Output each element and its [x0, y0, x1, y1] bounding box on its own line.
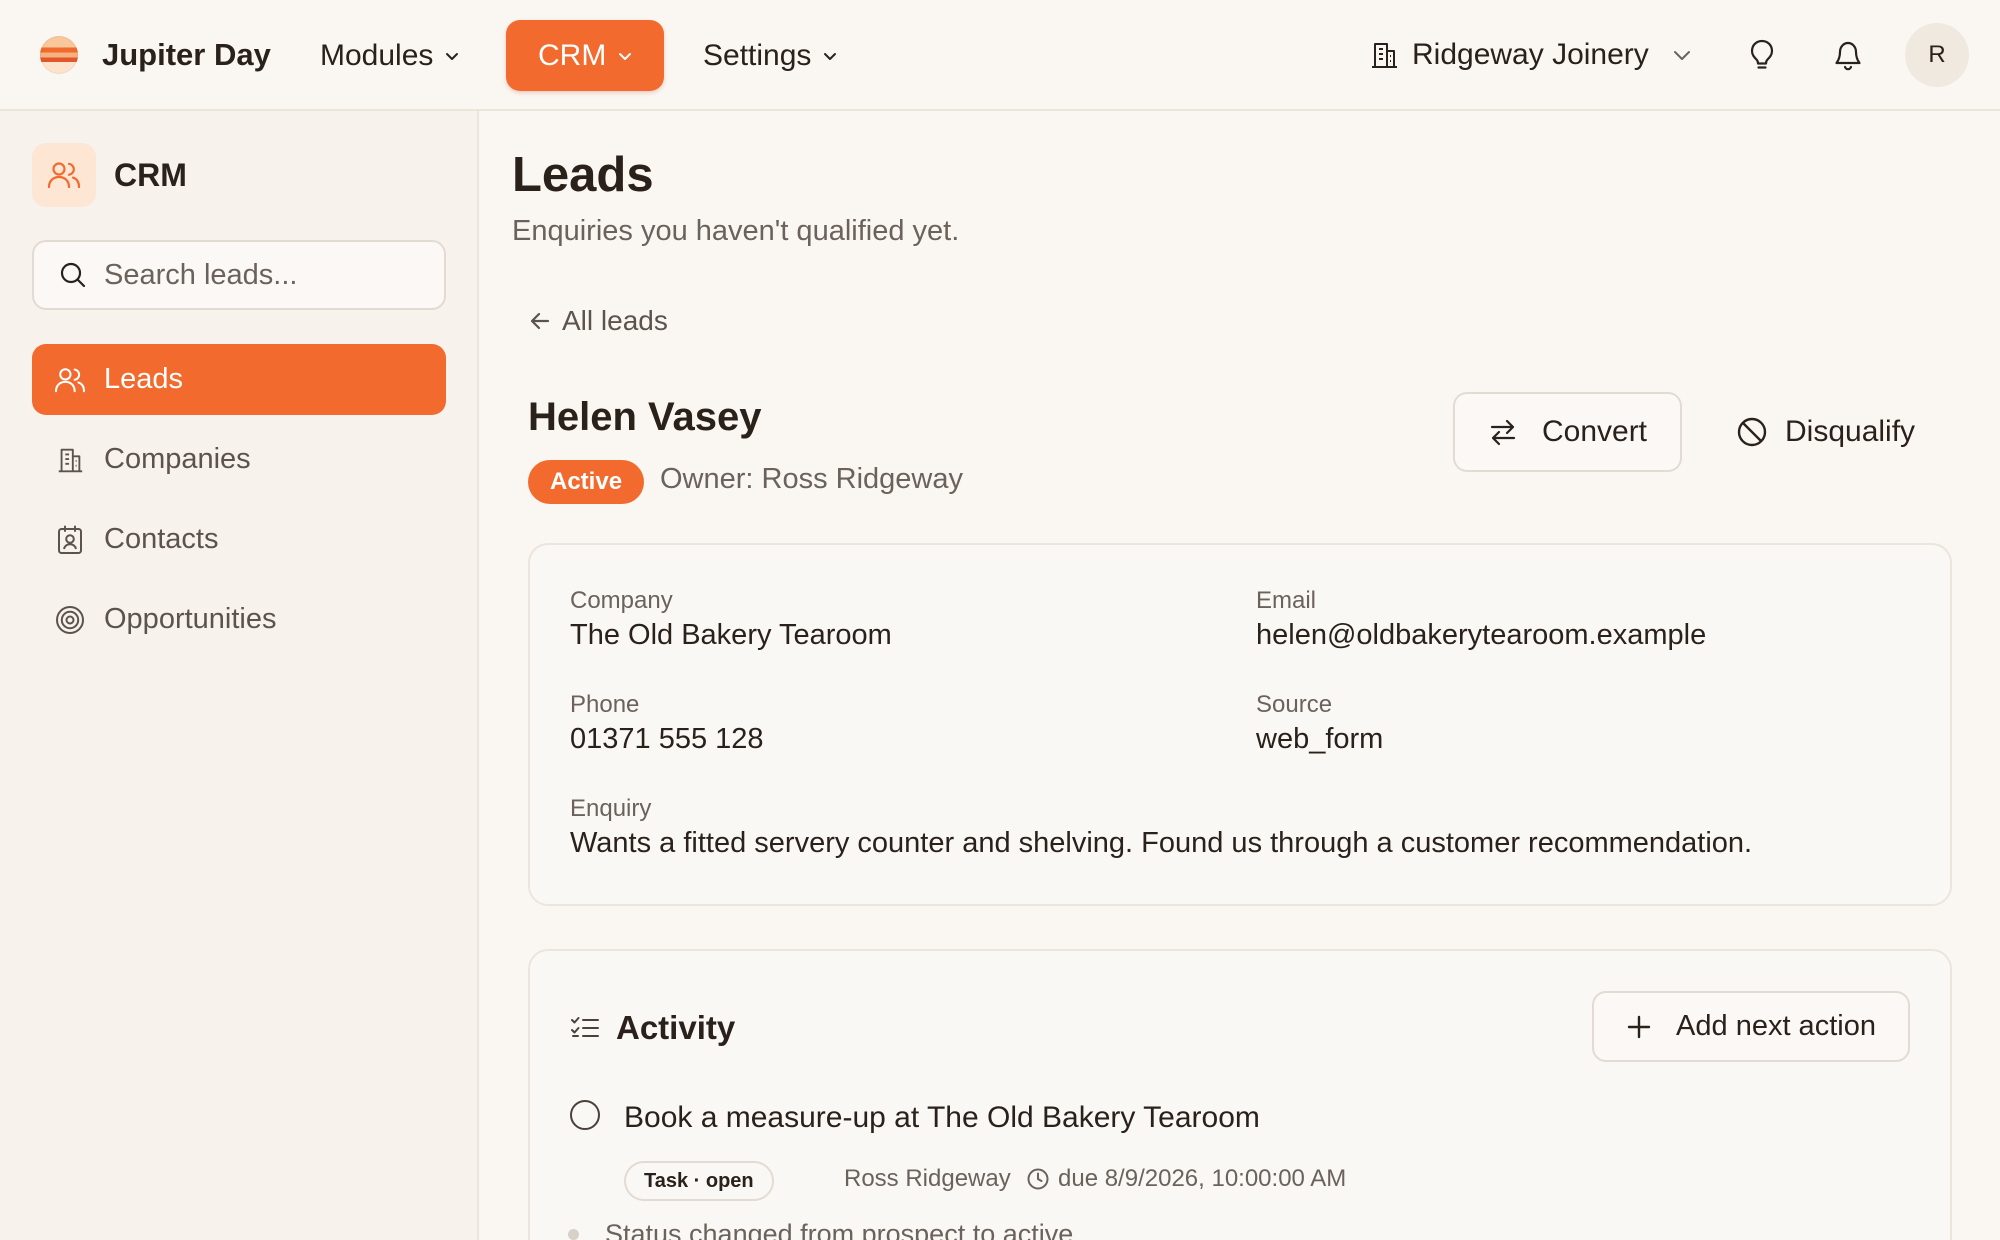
sidebar-item-label: Contacts	[104, 523, 219, 555]
brand-name: Jupiter Day	[102, 37, 271, 72]
user-avatar[interactable]: R	[1905, 23, 1969, 87]
sidebar-item-leads[interactable]: Leads	[32, 344, 446, 415]
email-label: Email	[1256, 587, 1317, 614]
task-owner: Ross Ridgeway	[844, 1165, 1011, 1192]
phone-label: Phone	[570, 691, 640, 718]
activity-title: Activity	[616, 1009, 736, 1046]
sidebar-item-opportunities[interactable]: Opportunities	[32, 584, 446, 655]
activity-header: Activity	[570, 1009, 735, 1047]
sidebar-item-label: Companies	[104, 443, 251, 475]
workspace-switcher[interactable]: Ridgeway Joinery	[1368, 30, 1693, 80]
lightbulb-icon	[1750, 39, 1774, 69]
sidebar-header: CRM	[32, 143, 187, 207]
chevron-down-icon	[619, 52, 632, 60]
company-value: The Old Bakery Tearoom	[570, 619, 892, 651]
arrow-left-icon	[530, 312, 550, 330]
enquiry-value: Wants a fitted servery counter and shelv…	[570, 827, 1753, 859]
chevron-down-icon	[824, 52, 837, 60]
building-icon	[54, 444, 86, 476]
crm-users-icon	[32, 143, 96, 207]
top-bar: Jupiter Day Modules CRM Settings Ridgewa…	[0, 0, 2000, 111]
workspace-name: Ridgeway Joinery	[1412, 38, 1649, 71]
plus-icon	[1627, 1015, 1651, 1038]
back-to-all-leads-link[interactable]: All leads	[528, 305, 668, 337]
clock-icon	[1027, 1168, 1049, 1190]
contact-card-icon	[54, 524, 86, 556]
page-subtitle: Enquiries you haven't qualified yet.	[512, 215, 960, 247]
back-link-label: All leads	[562, 305, 668, 336]
bell-icon	[1835, 41, 1861, 71]
lead-details-card: Company The Old Bakery Tearoom Email hel…	[528, 543, 1952, 906]
chevron-down-icon	[1673, 51, 1690, 60]
nav-settings-label: Settings	[703, 38, 812, 72]
sidebar-title: CRM	[114, 156, 187, 193]
users-icon	[54, 364, 86, 396]
building-icon	[1372, 43, 1397, 68]
search-input[interactable]	[104, 258, 424, 292]
swap-arrows-icon	[1490, 419, 1516, 446]
disqualify-button-label: Disqualify	[1785, 415, 1916, 448]
sidebar-item-label: Leads	[104, 363, 184, 395]
company-label: Company	[570, 587, 673, 614]
email-value: helen@oldbakerytearoom.example	[1256, 619, 1707, 651]
sidebar-item-label: Opportunities	[104, 603, 277, 635]
disqualify-button[interactable]: Disqualify	[1727, 392, 1923, 472]
notifications-button[interactable]	[1826, 33, 1870, 77]
source-label: Source	[1256, 691, 1333, 718]
add-next-action-button[interactable]: Add next action	[1592, 991, 1910, 1062]
brand-logo-icon	[40, 36, 78, 74]
status-change-text: Status changed from prospect to active	[605, 1219, 1074, 1240]
status-badge: Active	[528, 460, 645, 504]
lightbulb-button[interactable]	[1740, 33, 1784, 77]
enquiry-label: Enquiry	[570, 795, 652, 822]
avatar-initial: R	[1928, 41, 1946, 68]
task-title: Book a measure-up at The Old Bakery Tear…	[624, 1101, 1260, 1134]
task-due-text: due 8/9/2026, 10:00:00 AM	[1058, 1165, 1347, 1192]
nav-modules-label: Modules	[320, 38, 434, 72]
task-type-badge: Task · open	[624, 1161, 774, 1201]
main-content: Leads Enquiries you haven't qualified ye…	[480, 111, 2000, 1240]
ban-icon	[1737, 417, 1767, 447]
lead-name: Helen Vasey	[528, 395, 762, 439]
activity-card: Activity Add next action Book a measure-…	[528, 949, 1952, 1240]
add-next-action-label: Add next action	[1676, 1010, 1876, 1042]
convert-button-label: Convert	[1541, 415, 1648, 448]
status-change-entry: Status changed from prospect to active	[568, 1219, 1073, 1240]
source-value: web_form	[1256, 723, 1384, 755]
nav-crm[interactable]: CRM	[506, 20, 665, 91]
task-complete-checkbox[interactable]	[570, 1100, 600, 1130]
sidebar-item-contacts[interactable]: Contacts	[32, 504, 446, 575]
nav-crm-label: CRM	[538, 38, 607, 72]
page-title: Leads	[512, 148, 654, 202]
search-icon	[60, 262, 86, 288]
brand[interactable]: Jupiter Day	[40, 36, 271, 74]
phone-value: 01371 555 128	[570, 723, 764, 755]
timeline-dot-icon	[568, 1229, 579, 1240]
convert-button[interactable]: Convert	[1453, 392, 1682, 472]
search-box[interactable]	[32, 240, 446, 310]
sidebar: CRM Leads Companies	[0, 111, 479, 1240]
target-icon	[54, 604, 86, 636]
nav-modules[interactable]: Modules	[288, 20, 491, 91]
checklist-icon	[571, 1017, 599, 1037]
chevron-down-icon	[446, 52, 459, 60]
task-due: due 8/9/2026, 10:00:00 AM	[1026, 1165, 1346, 1193]
sidebar-item-companies[interactable]: Companies	[32, 424, 446, 495]
lead-owner: Owner: Ross Ridgeway	[660, 463, 963, 495]
nav-settings[interactable]: Settings	[671, 20, 869, 91]
